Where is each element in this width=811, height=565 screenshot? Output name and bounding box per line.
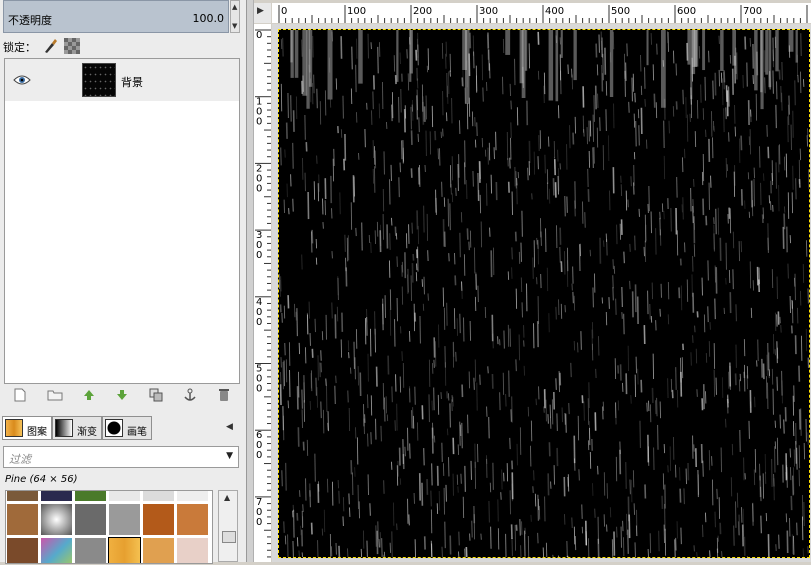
ruler-label: 0	[256, 317, 262, 328]
pattern-swatch[interactable]	[176, 503, 209, 536]
pattern-swatch[interactable]	[176, 490, 209, 502]
spin-down-icon[interactable]: ▼	[232, 22, 237, 30]
tab-brushes-label: 画笔	[127, 423, 147, 438]
filter-placeholder: 过滤	[9, 451, 31, 467]
pattern-swatch[interactable]	[74, 503, 107, 536]
pattern-swatch[interactable]	[40, 503, 73, 536]
layers-list: 背景	[4, 58, 240, 384]
pattern-swatch[interactable]	[74, 490, 107, 502]
pattern-swatch[interactable]	[6, 503, 39, 536]
scroll-thumb[interactable]	[222, 531, 236, 543]
dock-splitter[interactable]	[246, 0, 254, 562]
scroll-up-icon[interactable]: ▲	[224, 493, 230, 502]
layer-buttons	[4, 386, 240, 406]
new-layer-icon[interactable]	[14, 388, 26, 405]
image-canvas[interactable]	[278, 29, 810, 558]
pattern-swatch[interactable]	[74, 537, 107, 564]
delete-layer-icon[interactable]	[218, 388, 230, 405]
resource-tabs: 图案 渐变 画笔 ◀	[0, 416, 246, 442]
navigate-icon[interactable]: ▶	[257, 6, 264, 16]
pattern-swatch[interactable]	[142, 490, 175, 502]
ruler-label: 0	[256, 250, 262, 261]
ruler-label: 0	[256, 517, 262, 528]
ruler-label: 100	[347, 6, 366, 17]
pattern-swatch[interactable]	[40, 490, 73, 502]
anchor-layer-icon[interactable]	[183, 388, 197, 405]
duplicate-layer-icon[interactable]	[149, 388, 163, 405]
ruler-label: 300	[479, 6, 498, 17]
pattern-swatch[interactable]	[6, 490, 39, 502]
layers-dock: 不透明度 100.0 ▲ ▼ 锁定： 背景	[0, 0, 246, 562]
pattern-swatch-selected[interactable]	[108, 537, 141, 564]
opacity-label: 不透明度	[8, 12, 52, 28]
tab-gradients-label: 渐变	[77, 423, 97, 438]
lower-layer-icon[interactable]	[116, 389, 128, 404]
ruler-label: 0	[256, 117, 262, 128]
lock-row: 锁定：	[3, 39, 80, 55]
ruler-label: 0	[256, 450, 262, 461]
opacity-value: 100.0	[193, 12, 225, 25]
pattern-swatch[interactable]	[40, 537, 73, 564]
selected-pattern-name: Pine (64 × 56)	[5, 474, 77, 485]
layer-thumbnail	[82, 63, 116, 97]
ruler-label: 0	[281, 6, 287, 17]
dock-menu-icon[interactable]: ◀	[226, 422, 233, 432]
tab-patterns-label: 图案	[27, 423, 47, 438]
pattern-filter-select[interactable]: 过滤 ▼	[3, 446, 239, 468]
ruler-label: 700	[743, 6, 762, 17]
pattern-swatch[interactable]	[6, 537, 39, 564]
ruler-label: 0	[256, 384, 262, 395]
pattern-swatch[interactable]	[108, 490, 141, 502]
ruler-label: 200	[413, 6, 432, 17]
lock-alpha-icon[interactable]	[64, 38, 80, 57]
pattern-swatch[interactable]	[142, 503, 175, 536]
tab-patterns[interactable]: 图案	[2, 416, 52, 440]
brush-tab-icon	[105, 419, 123, 437]
ruler-label: 600	[677, 6, 696, 17]
layer-name: 背景	[121, 74, 143, 90]
pattern-scrollbar[interactable]: ▲	[218, 490, 238, 562]
lock-pixels-icon[interactable]	[42, 38, 58, 57]
pattern-swatch[interactable]	[108, 503, 141, 536]
chevron-down-icon: ▼	[226, 451, 233, 461]
tab-gradients[interactable]: 渐变	[52, 416, 102, 440]
layer-row[interactable]: 背景	[5, 59, 239, 101]
ruler-label: 0	[256, 30, 262, 41]
rain-effect-image	[279, 30, 809, 557]
pattern-grid	[5, 490, 213, 564]
raise-layer-icon[interactable]	[83, 389, 95, 404]
tab-brushes[interactable]: 画笔	[102, 416, 152, 440]
layer-group-icon[interactable]	[47, 389, 63, 404]
gradient-tab-icon	[55, 419, 73, 437]
pattern-swatch[interactable]	[176, 537, 209, 564]
pattern-swatch[interactable]	[142, 537, 175, 564]
ruler-corner[interactable]: ▶	[254, 3, 271, 23]
horizontal-ruler[interactable]: 0 100 200 300 400 500 600 700	[272, 3, 811, 23]
ruler-label: 0	[256, 183, 262, 194]
spin-up-icon[interactable]: ▲	[232, 3, 237, 11]
vertical-ruler[interactable]: 0100200300400500600700	[254, 24, 271, 562]
pattern-tab-icon	[5, 419, 23, 437]
lock-label: 锁定：	[3, 39, 36, 55]
ruler-label: 500	[611, 6, 630, 17]
opacity-slider[interactable]: 不透明度 100.0	[3, 0, 229, 33]
eye-icon[interactable]	[13, 74, 31, 89]
ruler-label: 400	[545, 6, 564, 17]
opacity-spinner[interactable]: ▲ ▼	[230, 0, 240, 33]
